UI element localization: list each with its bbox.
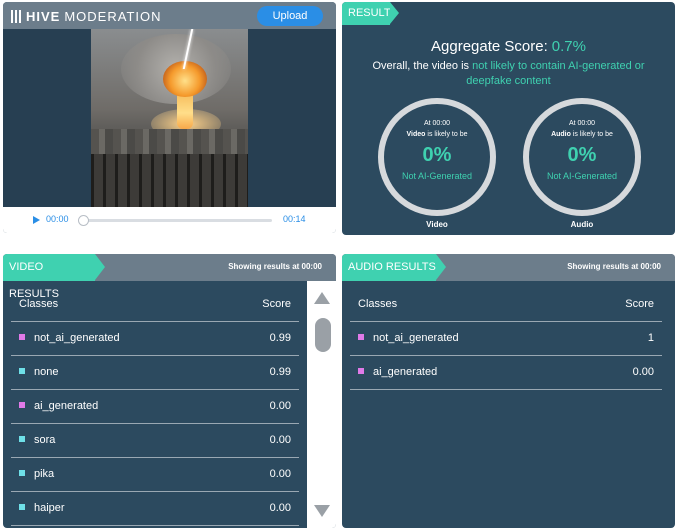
class-score: 0.00 xyxy=(269,400,291,412)
scroll-thumb[interactable] xyxy=(315,318,331,352)
ring-likely-text: is likely to be xyxy=(427,131,468,138)
class-label: ai_generated xyxy=(34,400,99,412)
class-label: haiper xyxy=(34,502,65,514)
class-score: 0.00 xyxy=(632,366,654,378)
table-row: sora 0.00 xyxy=(11,424,299,458)
class-score: 0.99 xyxy=(269,332,291,344)
upload-button[interactable]: Upload xyxy=(257,6,323,26)
class-name: ai_generated xyxy=(19,400,98,412)
video-ring-caption: Video xyxy=(426,220,448,229)
table-row: none 0.99 xyxy=(11,356,299,390)
video-results-panel: VIDEO RESULTS Showing results at 00:00 C… xyxy=(3,254,336,528)
audio-results-table: Classes Score not_ai_generated 1 ai_genera… xyxy=(350,290,662,390)
class-color-icon xyxy=(19,470,25,476)
video-score-ring: At 00:00 Video is likely to be 0% Not AI… xyxy=(378,98,496,216)
ring-time: At 00:00 xyxy=(568,120,596,127)
hive-logo-icon xyxy=(11,9,21,23)
audio-showing-results: Showing results at 00:00 xyxy=(567,262,661,271)
scroll-down-icon[interactable] xyxy=(314,505,330,517)
video-results-tab: VIDEO RESULTS xyxy=(3,254,105,300)
class-label: none xyxy=(34,366,59,378)
class-name: pika xyxy=(19,468,54,480)
table-row: pika 0.00 xyxy=(11,458,299,492)
result-panel: RESULT Aggregate Score: 0.7% Overall, the… xyxy=(342,2,675,235)
col-score: Score xyxy=(625,298,654,310)
video-panel-header: HIVE MODERATION Upload xyxy=(3,2,336,29)
class-color-icon xyxy=(358,368,364,374)
video-results-table: Classes Score not_ai_generated 0.99 none 0.… xyxy=(11,290,299,526)
video-results-header: VIDEO RESULTS Showing results at 00:00 xyxy=(3,254,336,300)
scroll-up-icon[interactable] xyxy=(314,292,330,304)
logo-light-text: MODERATION xyxy=(64,8,162,24)
aggregate-label: Aggregate Score: xyxy=(431,38,548,55)
audio-results-tab: AUDIO RESULTS xyxy=(342,254,446,281)
class-name: none xyxy=(19,366,58,378)
aggregate-value: 0.7% xyxy=(551,38,586,55)
table-row: not_ai_generated 1 xyxy=(350,322,662,356)
class-name: ai_generated xyxy=(358,366,437,378)
video-results-scrollbar[interactable] xyxy=(307,281,336,528)
class-color-icon xyxy=(19,504,25,510)
audio-score-ring: At 00:00 Audio is likely to be 0% Not AI… xyxy=(523,98,641,216)
ring-likely: Audio is likely to be xyxy=(529,131,635,138)
overall-prefix: Overall, the video is xyxy=(372,60,470,72)
ring-likely-text: is likely to be xyxy=(572,131,613,138)
ring-label: Not AI-Generated xyxy=(546,171,618,181)
table-header-row: Classes Score xyxy=(350,290,662,322)
class-color-icon xyxy=(19,368,25,374)
col-classes: Classes xyxy=(358,298,398,310)
col-score: Score xyxy=(262,298,291,310)
class-label: ai_generated xyxy=(373,366,438,378)
class-label: not_ai_generated xyxy=(34,332,120,344)
video-panel: HIVE MODERATION Upload 00:00 00:14 xyxy=(3,2,336,233)
result-tab: RESULT xyxy=(342,2,399,25)
table-row: not_ai_generated 0.99 xyxy=(11,322,299,356)
overall-highlight: not likely to contain AI-generated or de… xyxy=(466,60,645,87)
video-player[interactable] xyxy=(3,29,336,207)
class-score: 0.00 xyxy=(269,434,291,446)
video-showing-results: Showing results at 00:00 xyxy=(228,262,322,271)
class-color-icon xyxy=(19,334,25,340)
class-color-icon xyxy=(19,436,25,442)
duration: 00:14 xyxy=(283,214,306,224)
table-row: ai_generated 0.00 xyxy=(11,390,299,424)
logo-bold-text: HIVE xyxy=(26,8,61,24)
class-score: 0.99 xyxy=(269,366,291,378)
col-classes: Classes xyxy=(19,298,59,310)
class-name: not_ai_generated xyxy=(358,332,459,344)
ring-subject: Audio xyxy=(551,131,571,138)
class-score: 1 xyxy=(647,332,654,344)
table-header-row: Classes Score xyxy=(11,290,299,322)
class-name: sora xyxy=(19,434,55,446)
hive-logo: HIVE MODERATION xyxy=(11,8,162,24)
ring-subject: Video xyxy=(406,131,426,138)
ring-likely: Video is likely to be xyxy=(384,131,490,138)
ring-percent: 0% xyxy=(422,144,452,166)
video-frame xyxy=(91,29,248,207)
class-label: pika xyxy=(34,468,55,480)
overall-summary: Overall, the video is not likely to cont… xyxy=(362,59,655,89)
class-color-icon xyxy=(358,334,364,340)
class-name: not_ai_generated xyxy=(19,332,120,344)
ring-label: Not AI-Generated xyxy=(401,171,473,181)
play-icon[interactable] xyxy=(33,216,40,224)
table-row: haiper 0.00 xyxy=(11,492,299,526)
class-label: sora xyxy=(34,434,56,446)
class-color-icon xyxy=(19,402,25,408)
player-controls: 00:00 00:14 xyxy=(3,207,336,233)
class-score: 0.00 xyxy=(269,502,291,514)
aggregate-score: Aggregate Score: 0.7% xyxy=(342,38,675,55)
ring-percent: 0% xyxy=(567,144,597,166)
seek-bar[interactable] xyxy=(83,219,272,222)
class-label: not_ai_generated xyxy=(373,332,459,344)
audio-results-header: AUDIO RESULTS Showing results at 00:00 xyxy=(342,254,675,281)
seek-handle[interactable] xyxy=(78,215,89,226)
audio-ring-caption: Audio xyxy=(570,220,594,229)
table-row: ai_generated 0.00 xyxy=(350,356,662,390)
class-score: 0.00 xyxy=(269,468,291,480)
ring-time: At 00:00 xyxy=(423,120,451,127)
class-name: haiper xyxy=(19,502,65,514)
current-time: 00:00 xyxy=(46,214,69,224)
audio-results-panel: AUDIO RESULTS Showing results at 00:00 C… xyxy=(342,254,675,528)
